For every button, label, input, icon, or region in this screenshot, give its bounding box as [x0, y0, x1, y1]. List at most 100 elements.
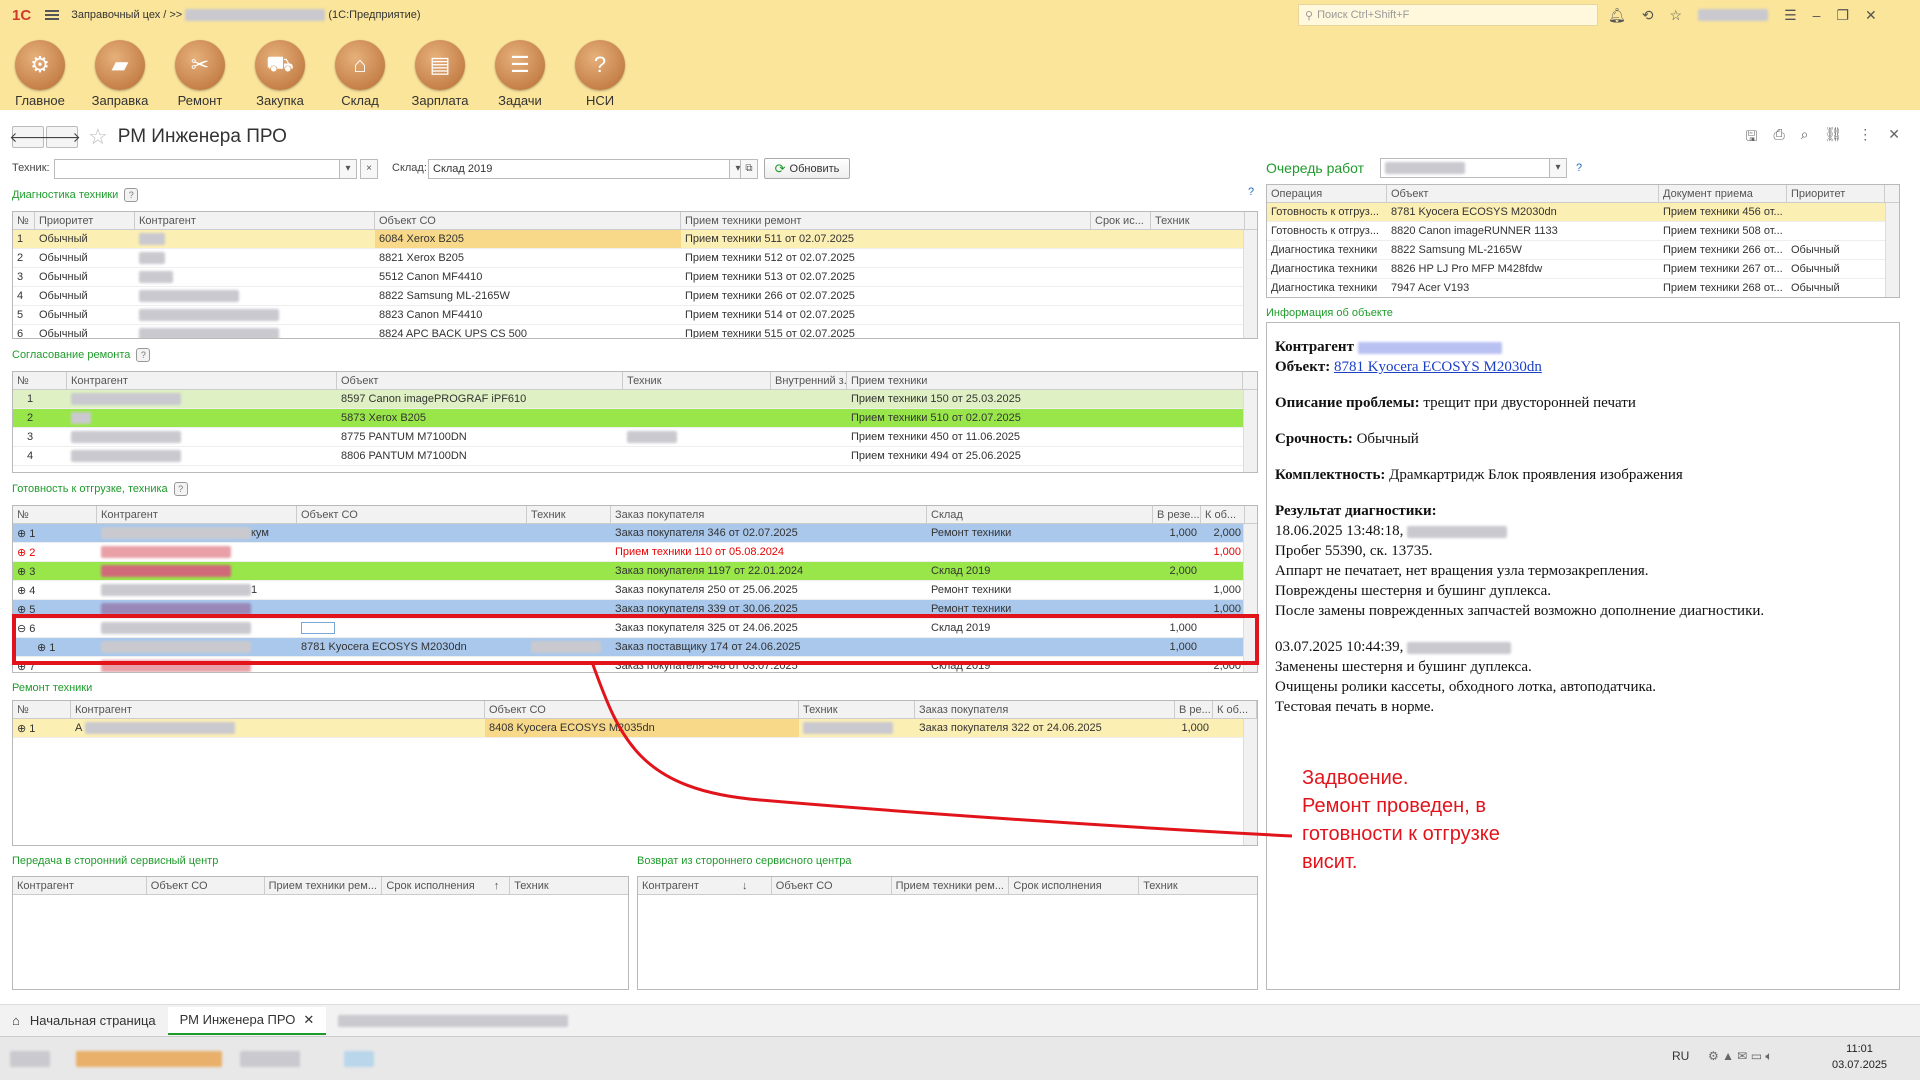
favorite-star-icon[interactable]: ☆ — [88, 124, 108, 150]
settings-menu-icon[interactable]: ☰ — [1784, 7, 1797, 24]
form-tools: 🖫 ⎙ ⌕ ⛓ ⋮ ✕ — [1746, 126, 1901, 150]
object-info-panel: Контрагент Объект: 8781 Kyocera ECOSYS M… — [1266, 322, 1900, 990]
main-menu-icon[interactable] — [45, 10, 60, 20]
section-purchase[interactable]: ⛟ Закупка — [240, 30, 320, 110]
taskbar-app[interactable] — [10, 1051, 50, 1067]
section-tasks[interactable]: ☰ Задачи — [480, 30, 560, 110]
repair-table: № Контрагент Объект СО Техник Заказ поку… — [12, 700, 1258, 846]
approval-table: № Контрагент Объект Техник Внутренний з.… — [12, 371, 1258, 473]
sort-up-icon[interactable]: ↑ — [494, 880, 500, 892]
link-icon[interactable]: ⛓ — [1824, 126, 1842, 150]
section-warehouse[interactable]: ⌂ Склад — [320, 30, 400, 110]
table-row[interactable]: Готовность к отгруз... 8820 Canon imageRU… — [1267, 222, 1899, 241]
section-refill[interactable]: ▰ Заправка — [80, 30, 160, 110]
section-reference[interactable]: ? НСИ — [560, 30, 640, 110]
table-row[interactable]: Готовность к отгруз... 8781 Kyocera ECOSY… — [1267, 203, 1899, 222]
table-header: № Контрагент Объект СО Техник Заказ поку… — [13, 506, 1257, 524]
technician-field[interactable] — [54, 159, 340, 179]
save-icon[interactable]: 🖫 — [1746, 126, 1758, 150]
tab-home[interactable]: ⌂ Начальная страница — [0, 1007, 168, 1035]
home-icon: ⌂ — [12, 1013, 20, 1028]
close-form-icon[interactable]: ✕ — [1888, 126, 1900, 150]
scrollbar[interactable] — [1885, 203, 1899, 297]
1c-logo[interactable]: 1С — [12, 7, 31, 24]
clock[interactable]: 11:01 03.07.2025 — [1832, 1041, 1887, 1073]
restore-icon[interactable]: ❐ — [1836, 7, 1849, 24]
help-icon[interactable]: ? — [124, 188, 139, 202]
table-row[interactable]: 4 Обычный 8822 Samsung ML-2165W Прием техни… — [13, 287, 1257, 306]
user-name[interactable] — [1698, 9, 1769, 21]
help-icon[interactable]: ? — [173, 482, 188, 496]
section-repair[interactable]: ✂ Ремонт — [160, 30, 240, 110]
queue-filter-field[interactable] — [1380, 158, 1550, 178]
table-row[interactable]: 1 8597 Canon imagePROGRAF iPF610 Прием тех… — [13, 390, 1257, 409]
section-main[interactable]: ⚙ Главное — [0, 30, 80, 110]
table-row[interactable]: 2 Обычный 8821 Xerox B205 Прием техники 512… — [13, 249, 1257, 268]
help-link[interactable]: ? — [1576, 162, 1582, 174]
global-search-input[interactable]: ⚲ Поиск Ctrl+Shift+F — [1298, 4, 1598, 26]
language-indicator[interactable]: RU — [1672, 1049, 1689, 1063]
favorites-icon[interactable]: ☆ — [1670, 7, 1683, 24]
table-row[interactable]: Диагностика техники 8826 HP LJ Pro MFP M4… — [1267, 260, 1899, 279]
history-icon[interactable]: ⟲ — [1642, 7, 1654, 24]
table-header: Операция Объект Документ приема Приорите… — [1267, 185, 1899, 203]
sections-panel: ⚙ Главное ▰ Заправка ✂ Ремонт ⛟ Закупка ⌂ Скл… — [0, 30, 1920, 110]
minimize-icon[interactable]: – — [1813, 7, 1821, 23]
forward-button[interactable]: 🡒 — [43, 126, 81, 148]
table-row[interactable]: ⊕ 2 Прием техники 110 от 05.08.2024 1,000 — [13, 543, 1257, 562]
table-row[interactable]: ⊕ 1 кум Заказ покупателя 346 от 02.07.2025… — [13, 524, 1257, 543]
tab-engineer-workspace[interactable]: РМ Инженера ПРО ✕ — [167, 1006, 327, 1035]
table-row[interactable]: Диагностика техники 8822 Samsung ML-2165W… — [1267, 241, 1899, 260]
more-icon[interactable]: ⋮ — [1858, 126, 1872, 150]
form-header: 🡐 🡒 ☆ РМ Инженера ПРО 🖫 ⎙ ⌕ ⛓ ⋮ ✕ — [0, 120, 1920, 154]
close-tab-icon[interactable]: ✕ — [303, 1012, 314, 1028]
table-row[interactable]: 5 Обычный 8823 Canon MF4410 Прием техники 5… — [13, 306, 1257, 325]
table-row[interactable]: ⊕ 1А 8408 Kyocera ECOSYS M2035dn Заказ по… — [13, 719, 1257, 738]
help-icon[interactable]: ? — [136, 348, 151, 362]
preview-icon[interactable]: ⌕ — [1801, 126, 1809, 150]
object-link[interactable]: 8781 Kyocera ECOSYS M2030dn — [1334, 359, 1542, 375]
ready-title: Готовность к отгрузке, техника? — [12, 482, 188, 496]
scrollbar[interactable] — [1243, 390, 1257, 472]
taskbar-app[interactable] — [344, 1051, 374, 1067]
duplicate-highlight-box — [12, 614, 1259, 665]
return-table: Контрагент ↓ Объект СО Прием техники рем… — [637, 876, 1258, 990]
bell-icon[interactable]: 🔔︎ — [1608, 7, 1626, 24]
section-salary[interactable]: ▤ Зарплата — [400, 30, 480, 110]
back-button[interactable]: 🡐 — [9, 126, 47, 148]
tray-icons[interactable]: ⚙ ▲ ✉ ▭ 🔈︎ — [1708, 1049, 1773, 1064]
table-row[interactable]: 3 Обычный 5512 Canon MF4410 Прием техники 5… — [13, 268, 1257, 287]
table-row[interactable]: ⊕ 4 1 Заказ покупателя 250 от 25.06.2025 Ре… — [13, 581, 1257, 600]
table-row[interactable]: 2 5873 Xerox B205 Прием техники 510 от 02.… — [13, 409, 1257, 428]
table-row[interactable]: 3 8775 PANTUM M7100DN Прием техники 450 от… — [13, 428, 1257, 447]
table-row[interactable]: 6 Обычный 8824 APC BACK UPS CS 500 Прием те… — [13, 325, 1257, 338]
table-row[interactable]: 1 Обычный 6084 Xerox B205 Прием техники 511… — [13, 230, 1257, 249]
table-row[interactable]: ⊕ 3 Заказ покупателя 1197 от 22.01.2024 Ск… — [13, 562, 1257, 581]
taskbar-app[interactable] — [76, 1051, 222, 1067]
scrollbar[interactable] — [1243, 230, 1257, 338]
warehouse-field[interactable]: Склад 2019 — [428, 159, 730, 179]
table-row[interactable]: 4 8806 PANTUM M7100DN Прием техники 494 от… — [13, 447, 1257, 466]
refresh-button[interactable]: ⟳ Обновить — [764, 158, 850, 179]
technician-clear-icon[interactable]: × — [360, 159, 378, 179]
refresh-icon: ⟳ — [774, 160, 786, 176]
queue-table: Операция Объект Документ приема Приорите… — [1266, 184, 1900, 298]
approval-title: Согласование ремонта? — [12, 348, 151, 362]
outsource-table: Контрагент Объект СО Прием техники рем..… — [12, 876, 629, 990]
print-icon[interactable]: ⎙ — [1773, 126, 1784, 150]
taskbar-app[interactable] — [240, 1051, 300, 1067]
scrollbar[interactable] — [1243, 719, 1257, 845]
help-link[interactable]: ? — [1248, 186, 1254, 198]
table-row[interactable]: Диагностика техники 7947 Acer V193 Прием т… — [1267, 279, 1899, 297]
search-icon: ⚲ — [1305, 9, 1314, 22]
warehouse-open-icon[interactable]: ⧉ — [740, 159, 758, 179]
app-title: Заправочный цех / >> (1С:Предприятие) — [71, 8, 421, 22]
return-title: Возврат из стороннего сервисного центра — [637, 855, 852, 867]
technician-dropdown-icon[interactable]: ▾ — [339, 159, 357, 179]
close-window-icon[interactable]: ✕ — [1865, 7, 1877, 24]
queue-dropdown-icon[interactable]: ▾ — [1549, 158, 1567, 178]
tab-blurred[interactable] — [326, 1007, 580, 1035]
table-header: Контрагент ↓ Объект СО Прием техники рем… — [638, 877, 1257, 895]
sort-down-icon[interactable]: ↓ — [742, 880, 748, 892]
top-right-tools: 🔔︎ ⟲ ☆ ☰ – ❐ ✕ — [1608, 0, 1877, 30]
